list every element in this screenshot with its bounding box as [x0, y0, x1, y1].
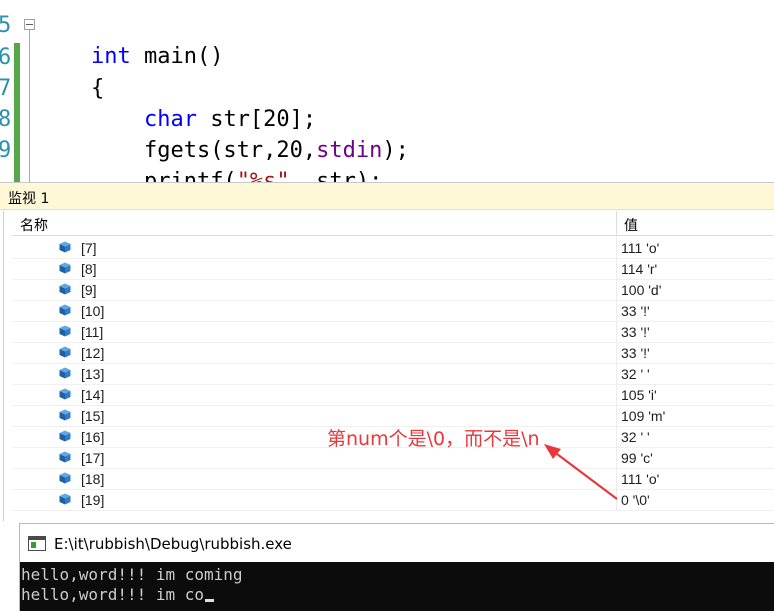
divider [616, 384, 617, 405]
variable-cube-icon [59, 304, 71, 316]
watch-row-value[interactable]: 111 'o' [621, 240, 659, 256]
divider [616, 468, 617, 489]
divider [616, 300, 617, 321]
line-number: 9 [0, 138, 12, 163]
divider [616, 426, 617, 447]
watch-column-header: 名称 值 [12, 211, 774, 236]
watch-row-value[interactable]: 0 '\0' [621, 492, 650, 508]
watch-row[interactable]: [11] 33 '!' [12, 321, 774, 343]
annotation-text: 第num个是\0，而不是\n [327, 428, 540, 450]
change-tracking-bar [14, 43, 20, 182]
watch-row-value[interactable]: 114 'r' [621, 261, 657, 277]
line-number: 6 [0, 45, 12, 70]
watch-row-value[interactable]: 32 ' ' [621, 366, 650, 382]
watch-row[interactable]: [12] 33 '!' [12, 342, 774, 364]
divider [616, 489, 617, 510]
watch-window: 监视 1 名称 值 [7] 111 'o' [8] 114 'r' [9] 100 'd'… [0, 182, 774, 523]
watch-row-name: [17] [81, 450, 105, 466]
watch-row[interactable]: [9] 100 'd' [12, 279, 774, 301]
watch-row[interactable]: [10] 33 '!' [12, 300, 774, 322]
console-line-text: hello,word!!! im co [21, 585, 205, 604]
divider [616, 363, 617, 384]
console-app-icon [28, 536, 46, 551]
watch-row-name: [9] [81, 282, 97, 298]
console-line-current: hello,word!!! im co [21, 585, 215, 605]
watch-row-value[interactable]: 32 ' ' [621, 429, 650, 445]
divider [616, 342, 617, 363]
variable-cube-icon [59, 388, 71, 400]
console-line: hello,word!!! im coming [21, 565, 243, 584]
collapse-toggle-icon[interactable] [24, 19, 35, 30]
console-window: E:\it\rubbish\Debug\rubbish.exe hello,wo… [19, 523, 774, 611]
column-header-name[interactable]: 名称 [20, 215, 48, 235]
watch-title: 监视 1 [8, 191, 50, 207]
variable-cube-icon [59, 241, 71, 253]
watch-row-value[interactable]: 105 'i' [621, 387, 657, 403]
code-editor[interactable]: 5 6 7 8 9 int main() { char str[20]; fge… [0, 0, 774, 194]
watch-row[interactable]: [18] 111 'o' [12, 468, 774, 490]
variable-cube-icon [59, 325, 71, 337]
watch-row-value[interactable]: 33 '!' [621, 345, 650, 361]
divider [616, 237, 617, 258]
code-token: main() [130, 44, 224, 69]
watch-row[interactable]: [19] 0 '\0' [12, 489, 774, 511]
watch-row-value[interactable]: 109 'm' [621, 408, 665, 424]
variable-cube-icon [59, 367, 71, 379]
variable-cube-icon [59, 409, 71, 421]
console-output[interactable]: hello,word!!! im coming hello,word!!! im… [20, 562, 774, 611]
watch-row-name: [14] [81, 387, 105, 403]
line-number: 8 [0, 107, 12, 132]
watch-row-name: [13] [81, 366, 105, 382]
variable-cube-icon [59, 472, 71, 484]
watch-row-value[interactable]: 99 'c' [621, 450, 653, 466]
variable-cube-icon [59, 283, 71, 295]
outline-fold-line [29, 30, 30, 182]
watch-row-value[interactable]: 100 'd' [621, 282, 661, 298]
watch-row-name: [15] [81, 408, 105, 424]
watch-row-value[interactable]: 33 '!' [621, 324, 650, 340]
divider [616, 321, 617, 342]
variable-cube-icon [59, 430, 71, 442]
line-number: 7 [0, 76, 12, 101]
console-titlebar[interactable]: E:\it\rubbish\Debug\rubbish.exe [20, 524, 774, 562]
variable-cube-icon [59, 451, 71, 463]
watch-row-name: [10] [81, 303, 105, 319]
console-title: E:\it\rubbish\Debug\rubbish.exe [54, 535, 292, 553]
line-number: 5 [0, 13, 12, 38]
watch-row-name: [18] [81, 471, 105, 487]
watch-row-value[interactable]: 33 '!' [621, 303, 650, 319]
watch-row-name: [8] [81, 261, 97, 277]
column-resize-handle[interactable] [616, 211, 617, 235]
watch-row-name: [12] [81, 345, 105, 361]
watch-row[interactable]: [14] 105 'i' [12, 384, 774, 406]
text-cursor [205, 599, 215, 602]
watch-row-name: [7] [81, 240, 97, 256]
divider [3, 211, 4, 521]
divider [616, 279, 617, 300]
variable-cube-icon [59, 493, 71, 505]
watch-row-value[interactable]: 111 'o' [621, 471, 659, 487]
variable-cube-icon [59, 346, 71, 358]
divider [616, 258, 617, 279]
watch-titlebar[interactable]: 监视 1 [0, 183, 774, 210]
watch-row[interactable]: [8] 114 'r' [12, 258, 774, 280]
watch-row[interactable]: [13] 32 ' ' [12, 363, 774, 385]
code-token: ); [382, 138, 409, 163]
watch-row-name: [19] [81, 492, 105, 508]
column-header-value[interactable]: 值 [624, 215, 638, 235]
watch-row[interactable]: [7] 111 'o' [12, 237, 774, 259]
variable-cube-icon [59, 262, 71, 274]
watch-row-name: [11] [81, 324, 104, 340]
divider [616, 447, 617, 468]
divider [616, 405, 617, 426]
watch-row-name: [16] [81, 429, 105, 445]
